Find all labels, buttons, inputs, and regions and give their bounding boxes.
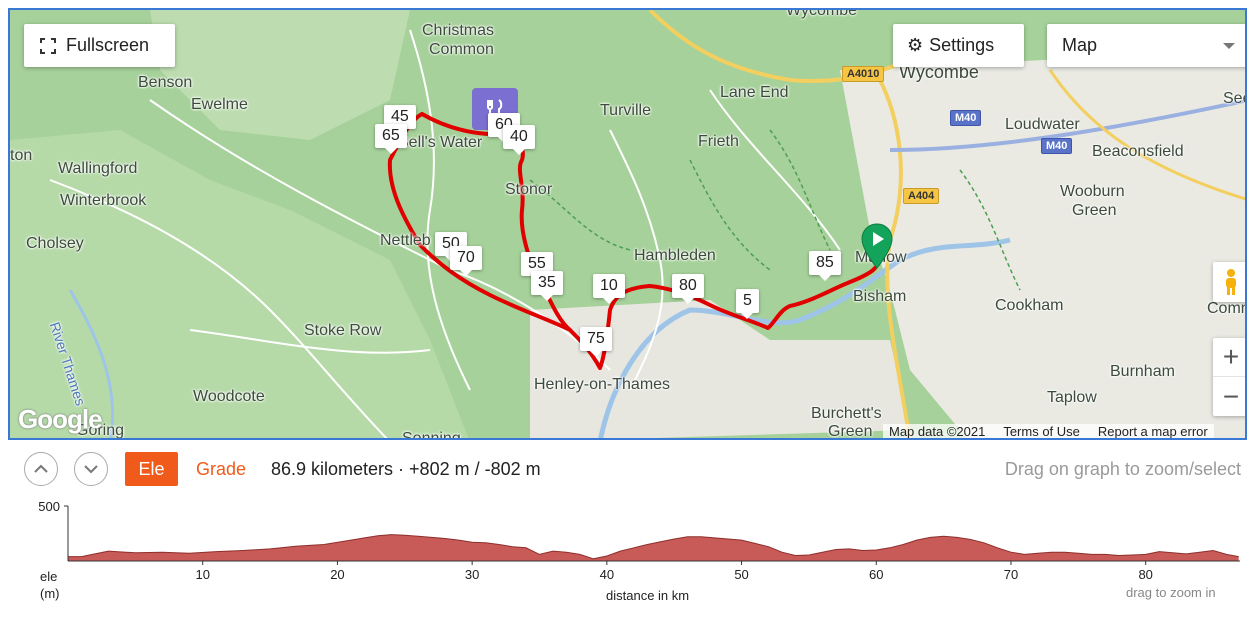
place-comm: Comm [1207,300,1245,317]
place-nettlebed: Nettleb [380,232,431,249]
report-error-link[interactable]: Report a map error [1098,424,1208,438]
elevation-chart-svg[interactable]: 10 20 30 40 50 60 70 80 500 ele (m) distance in … [0,490,1247,615]
place-bisham: Bisham [853,288,907,305]
x-tick-label: 30 [465,567,479,582]
settings-label: Settings [929,35,995,55]
elevation-area [68,534,1239,561]
place-burchetts: Burchett's [811,405,882,422]
x-tick-label: 40 [600,567,614,582]
start-marker[interactable] [860,222,894,277]
place-common: Common [429,41,494,58]
map-type-value: Map [1062,35,1098,55]
start-pin-icon [861,223,893,269]
km-marker-65[interactable]: 65 [375,124,407,154]
elevation-toolbar: Ele Grade 86.9 kilometers · +802 m / -80… [0,446,1247,486]
km-marker-75[interactable]: 75 [580,327,612,357]
gear-icon: ⚙ [907,35,924,55]
km-marker-85[interactable]: 85 [809,251,841,281]
terms-link[interactable]: Terms of Use [1003,424,1080,438]
x-tick-label: 60 [869,567,883,582]
place-seer: Seer [1223,90,1245,107]
place-turville: Turville [600,102,651,119]
km-marker-70[interactable]: 70 [450,246,482,276]
place-stoke-row: Stoke Row [304,322,382,339]
settings-button[interactable]: ⚙ Settings [893,24,1024,67]
x-tick-label: 50 [734,567,748,582]
place-winterbrook: Winterbrook [60,192,147,209]
drag-hint: Drag on graph to zoom/select [1004,458,1241,479]
x-axis-label: distance in km [606,588,689,603]
zoom-hint: drag to zoom in [1126,585,1216,600]
place-cholsey: Cholsey [26,235,84,252]
place-lane-end: Lane End [720,84,789,101]
ele-tab[interactable]: Ele [125,452,178,486]
place-beaconsfield: Beaconsfield [1092,143,1184,160]
expand-down-button[interactable] [74,452,108,486]
km-marker-10[interactable]: 10 [593,274,625,304]
place-benson: Benson [138,74,193,91]
route-stats: 86.9 kilometers · +802 m / -802 m [271,458,541,479]
place-henley: Henley-on-Thames [534,376,671,393]
place-frieth: Frieth [698,133,739,150]
place-taplow: Taplow [1047,389,1097,406]
road-badge-m40: M40 [950,110,982,126]
place-burnham: Burnham [1110,363,1175,380]
pegman-icon [1226,269,1236,295]
km-marker-40[interactable]: 40 [503,125,535,155]
place-loudwater: Loudwater [1005,116,1080,133]
zoom-out-button[interactable]: − [1213,377,1245,416]
road-badge-a404: A404 [903,188,940,204]
x-tick-label: 70 [1004,567,1018,582]
map-view[interactable]: Wycombe Christmas Common Benson Ewelme T… [8,8,1247,440]
zoom-control: + − [1213,338,1245,416]
place-wycombe-top: Wycombe [786,8,857,19]
map-type-select[interactable]: Map [1047,24,1245,67]
x-tick-label: 20 [330,567,344,582]
fullscreen-icon [40,37,56,54]
fullscreen-label: Fullscreen [66,35,150,55]
place-christmas: Christmas [422,22,495,39]
place-stonor: Stonor [505,181,553,198]
map-data-text: Map data ©2021 [889,424,986,439]
km-marker-35[interactable]: 35 [531,271,563,301]
y-axis-label-line1: ele [40,569,57,584]
place-wallingford: Wallingford [58,160,138,177]
chevron-down-icon [84,465,98,474]
street-view-pegman[interactable] [1213,262,1245,302]
x-tick-label: 80 [1138,567,1152,582]
place-sonning: Sonning [402,430,461,440]
place-ewelme: Ewelme [191,96,248,113]
km-marker-5[interactable]: 5 [736,289,759,319]
fullscreen-button[interactable]: Fullscreen [24,24,175,67]
zoom-in-button[interactable]: + [1213,338,1245,377]
y-tick-label: 500 [38,499,60,514]
place-wooburn: Wooburn [1060,183,1125,200]
google-logo: Google [18,404,103,434]
x-tick-label: 10 [195,567,209,582]
place-woodcote: Woodcote [193,388,265,405]
map-attribution: Map data ©2021 Terms of Use Report a map… [883,424,1214,439]
place-wooburn-green: Green [1072,202,1117,219]
place-bells-water: Bell's Water [398,134,483,151]
road-badge-a4010: A4010 [842,66,885,82]
chevron-down-icon [1223,42,1235,49]
elevation-chart[interactable]: 10 20 30 40 50 60 70 80 500 ele (m) distance in … [0,490,1247,615]
road-badge-m40-2: M40 [1041,138,1073,154]
collapse-up-button[interactable] [24,452,58,486]
km-marker-80[interactable]: 80 [672,274,704,304]
grade-tab[interactable]: Grade [196,452,246,486]
place-burchetts-green: Green [828,423,873,440]
chevron-up-icon [34,464,48,473]
y-axis-label-line2: (m) [40,586,60,601]
place-hambleden: Hambleden [634,247,716,264]
place-ton: ton [10,147,33,164]
place-cookham: Cookham [995,297,1064,314]
